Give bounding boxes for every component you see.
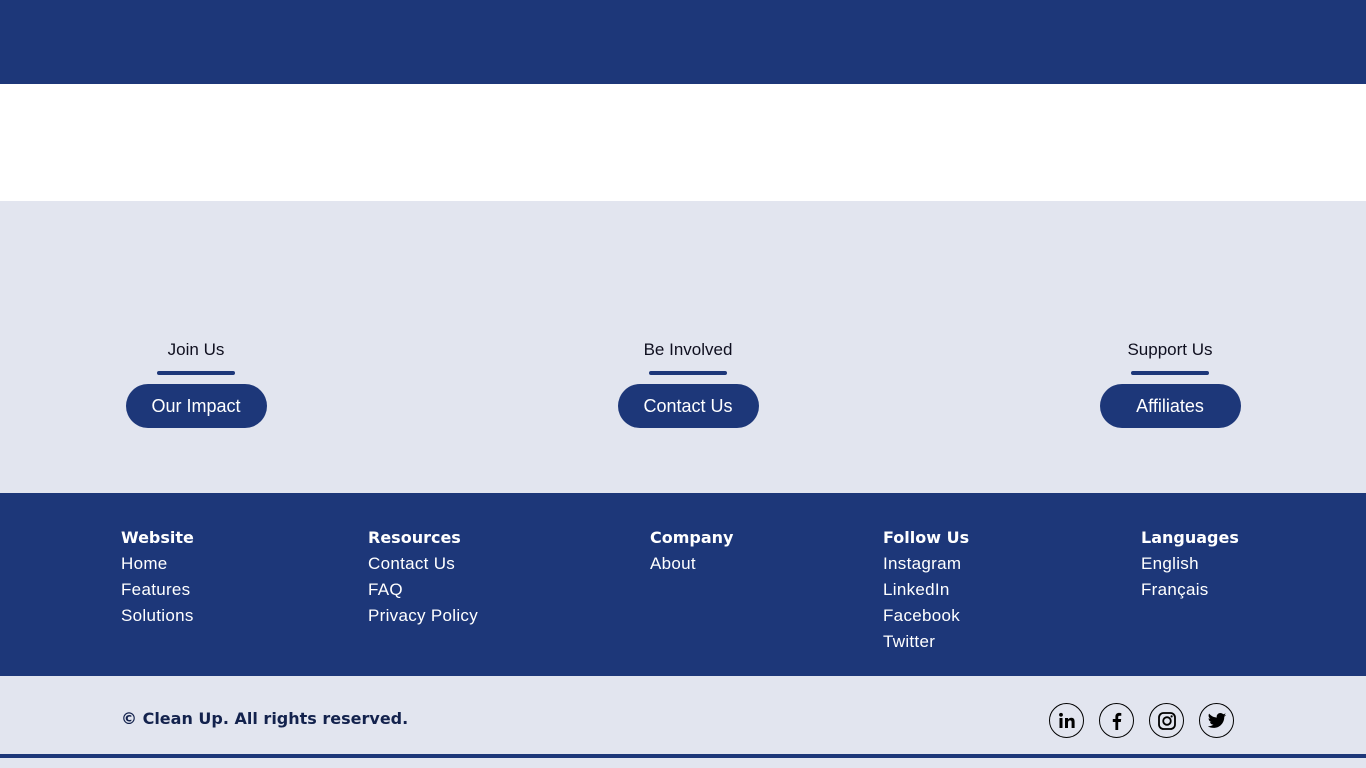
copyright-text: © Clean Up. All rights reserved.: [121, 709, 409, 728]
footer-link-twitter[interactable]: Twitter: [883, 632, 969, 658]
footer-link-home[interactable]: Home: [121, 554, 194, 580]
footer-col-follow-us: Follow Us Instagram LinkedIn Facebook Tw…: [883, 528, 969, 658]
footer-col-company: Company About: [650, 528, 733, 580]
footer-col-title: Languages: [1141, 528, 1239, 547]
bottom-strip: [0, 758, 1366, 768]
footer-link-features[interactable]: Features: [121, 580, 194, 606]
cta-underline: [157, 371, 235, 375]
footer-link-contact-us[interactable]: Contact Us: [368, 554, 478, 580]
footer-col-website: Website Home Features Solutions: [121, 528, 194, 632]
cta-section: Join Us Our Impact Be Involved Contact U…: [0, 201, 1366, 493]
cta-join-us: Join Us Our Impact: [116, 339, 276, 428]
footer-link-faq[interactable]: FAQ: [368, 580, 478, 606]
our-impact-button[interactable]: Our Impact: [125, 384, 267, 428]
white-band: [0, 84, 1366, 201]
footer-link-solutions[interactable]: Solutions: [121, 606, 194, 632]
cta-heading: Support Us: [1127, 340, 1213, 359]
language-francais[interactable]: Français: [1141, 580, 1239, 606]
footer-bottom: © Clean Up. All rights reserved.: [0, 676, 1366, 754]
footer-col-resources: Resources Contact Us FAQ Privacy Policy: [368, 528, 478, 632]
footer-links: Website Home Features Solutions Resource…: [0, 493, 1366, 676]
twitter-icon[interactable]: [1199, 703, 1234, 738]
footer-link-instagram[interactable]: Instagram: [883, 554, 969, 580]
cta-heading: Join Us: [167, 340, 225, 359]
instagram-icon[interactable]: [1149, 703, 1184, 738]
footer-link-privacy-policy[interactable]: Privacy Policy: [368, 606, 478, 632]
top-header-bar: [0, 0, 1366, 84]
affiliates-button[interactable]: Affiliates: [1099, 384, 1241, 428]
contact-us-button[interactable]: Contact Us: [617, 384, 759, 428]
footer-col-title: Website: [121, 528, 194, 547]
footer-col-title: Resources: [368, 528, 461, 547]
cta-underline: [649, 371, 727, 375]
cta-support-us: Support Us Affiliates: [1090, 339, 1250, 428]
footer-link-linkedin[interactable]: LinkedIn: [883, 580, 969, 606]
footer-link-about[interactable]: About: [650, 554, 733, 580]
cta-heading: Be Involved: [643, 340, 733, 359]
facebook-icon[interactable]: [1099, 703, 1134, 738]
footer-col-title: Company: [650, 528, 734, 547]
footer-link-facebook[interactable]: Facebook: [883, 606, 969, 632]
language-english[interactable]: English: [1141, 554, 1239, 580]
cta-be-involved: Be Involved Contact Us: [608, 339, 768, 428]
footer-col-title: Follow Us: [883, 528, 970, 547]
cta-underline: [1131, 371, 1209, 375]
footer-col-languages: Languages English Français: [1141, 528, 1239, 606]
linkedin-icon[interactable]: [1049, 703, 1084, 738]
